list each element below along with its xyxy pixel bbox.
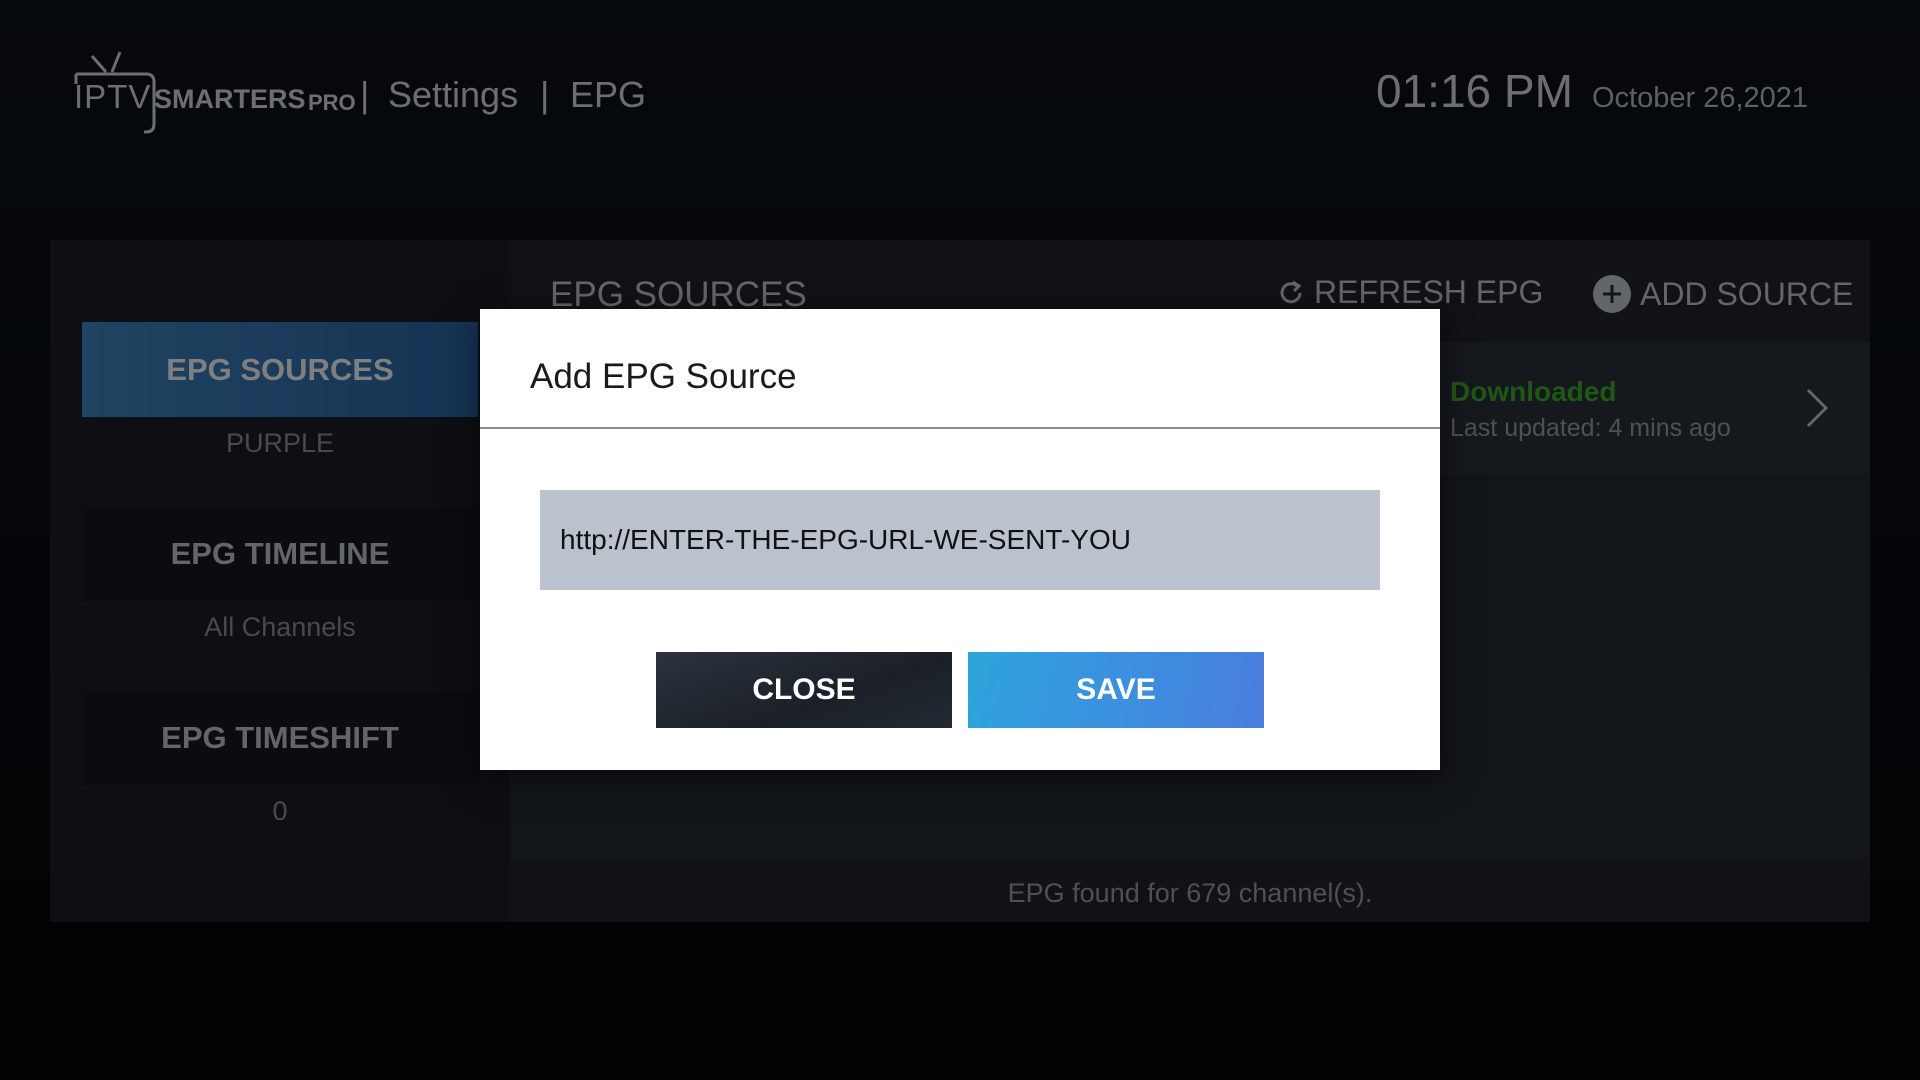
dialog-divider — [480, 427, 1440, 429]
close-button[interactable]: CLOSE — [656, 652, 952, 728]
epg-url-input[interactable] — [540, 490, 1380, 590]
dialog-title: Add EPG Source — [530, 357, 797, 396]
save-button[interactable]: SAVE — [968, 652, 1264, 728]
add-epg-source-dialog: Add EPG Source CLOSE SAVE — [480, 309, 1440, 770]
